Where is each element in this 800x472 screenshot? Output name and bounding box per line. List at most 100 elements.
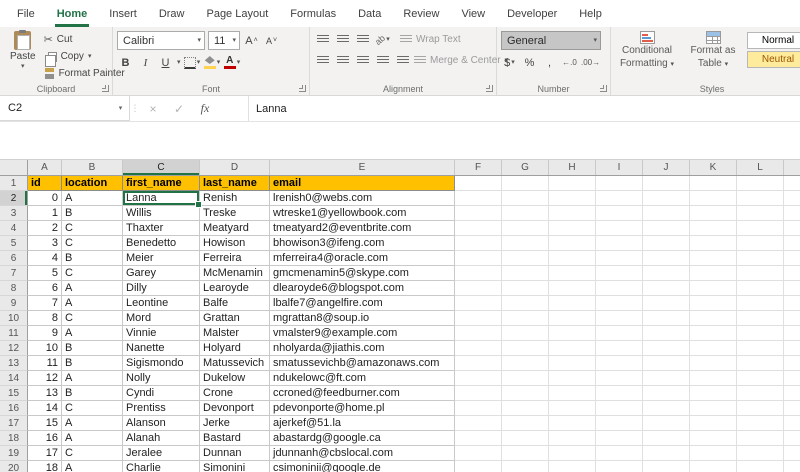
cell-H5[interactable]	[549, 236, 596, 251]
top-align-button[interactable]	[314, 31, 331, 48]
cell-A13[interactable]: 11	[28, 356, 62, 371]
cell-K10[interactable]	[690, 311, 737, 326]
cell-I13[interactable]	[596, 356, 643, 371]
cell-F5[interactable]	[455, 236, 502, 251]
cell-K5[interactable]	[690, 236, 737, 251]
cell-J11[interactable]	[643, 326, 690, 341]
ribbon-tab-help[interactable]: Help	[568, 0, 613, 27]
ribbon-tab-review[interactable]: Review	[392, 0, 450, 27]
increase-font-size-button[interactable]: A˄	[243, 32, 260, 49]
column-header-b[interactable]: B	[62, 160, 123, 175]
align-left-button[interactable]	[314, 52, 331, 69]
cell-E14[interactable]: ndukelowc@ft.com	[270, 371, 455, 386]
row-header-9[interactable]: 9	[0, 296, 28, 311]
paste-button[interactable]: Paste ▾	[4, 30, 42, 81]
cell-F12[interactable]	[455, 341, 502, 356]
row-header-17[interactable]: 17	[0, 416, 28, 431]
cell-F11[interactable]	[455, 326, 502, 341]
cell-G19[interactable]	[502, 446, 549, 461]
cell-M14[interactable]	[784, 371, 800, 386]
cell-I18[interactable]	[596, 431, 643, 446]
merge-center-button[interactable]: Merge & Center ▾	[414, 52, 508, 69]
cell-L1[interactable]	[737, 176, 784, 191]
cell-M18[interactable]	[784, 431, 800, 446]
cell-K11[interactable]	[690, 326, 737, 341]
cell-B17[interactable]: A	[62, 416, 123, 431]
cell-B15[interactable]: B	[62, 386, 123, 401]
cell-E9[interactable]: lbalfe7@angelfire.com	[270, 296, 455, 311]
cell-M19[interactable]	[784, 446, 800, 461]
cell-C6[interactable]: Meier	[123, 251, 200, 266]
cell-G1[interactable]	[502, 176, 549, 191]
accounting-format-button[interactable]: $▾	[501, 54, 518, 71]
cell-J12[interactable]	[643, 341, 690, 356]
cell-E18[interactable]: abastardg@google.ca	[270, 431, 455, 446]
cell-G17[interactable]	[502, 416, 549, 431]
decrease-font-size-button[interactable]: A˅	[263, 32, 280, 49]
align-right-button[interactable]	[354, 52, 371, 69]
cell-K7[interactable]	[690, 266, 737, 281]
row-header-3[interactable]: 3	[0, 206, 28, 221]
column-header-a[interactable]: A	[28, 160, 62, 175]
cell-E3[interactable]: wtreske1@yellowbook.com	[270, 206, 455, 221]
cell-H10[interactable]	[549, 311, 596, 326]
number-dialog-launcher-icon[interactable]	[600, 85, 607, 92]
cell-B10[interactable]: C	[62, 311, 123, 326]
cell-I10[interactable]	[596, 311, 643, 326]
cell-H11[interactable]	[549, 326, 596, 341]
cell-L3[interactable]	[737, 206, 784, 221]
cell-J8[interactable]	[643, 281, 690, 296]
center-button[interactable]	[334, 52, 351, 69]
cell-J5[interactable]	[643, 236, 690, 251]
cell-F2[interactable]	[455, 191, 502, 206]
format-as-table-button[interactable]: Format as Table ▾	[681, 30, 745, 81]
cell-L9[interactable]	[737, 296, 784, 311]
cell-D12[interactable]: Holyard	[200, 341, 270, 356]
underline-dropdown-icon[interactable]: ▾	[177, 59, 181, 66]
cell-D5[interactable]: Howison	[200, 236, 270, 251]
cell-B6[interactable]: B	[62, 251, 123, 266]
wrap-text-button[interactable]: Wrap Text	[400, 31, 461, 48]
clipboard-dialog-launcher-icon[interactable]	[102, 85, 109, 92]
cell-I1[interactable]	[596, 176, 643, 191]
cell-I16[interactable]	[596, 401, 643, 416]
cell-J3[interactable]	[643, 206, 690, 221]
cancel-icon[interactable]: ×	[140, 102, 166, 116]
cell-M20[interactable]	[784, 461, 800, 472]
cell-C14[interactable]: Nolly	[123, 371, 200, 386]
row-header-16[interactable]: 16	[0, 401, 28, 416]
cell-H3[interactable]	[549, 206, 596, 221]
cell-E10[interactable]: mgrattan8@soup.io	[270, 311, 455, 326]
cell-I11[interactable]	[596, 326, 643, 341]
cell-A14[interactable]: 12	[28, 371, 62, 386]
insert-function-icon[interactable]: fx	[192, 101, 218, 116]
cell-G15[interactable]	[502, 386, 549, 401]
cell-C9[interactable]: Leontine	[123, 296, 200, 311]
cell-K14[interactable]	[690, 371, 737, 386]
cell-L10[interactable]	[737, 311, 784, 326]
cell-L17[interactable]	[737, 416, 784, 431]
comma-style-button[interactable]: ,	[541, 54, 558, 71]
cell-G11[interactable]	[502, 326, 549, 341]
cell-K6[interactable]	[690, 251, 737, 266]
name-box-dropdown-icon[interactable]: ▾	[112, 96, 129, 120]
cell-A16[interactable]: 14	[28, 401, 62, 416]
cell-I6[interactable]	[596, 251, 643, 266]
cell-M5[interactable]	[784, 236, 800, 251]
ribbon-tab-draw[interactable]: Draw	[148, 0, 196, 27]
cell-L15[interactable]	[737, 386, 784, 401]
cell-L20[interactable]	[737, 461, 784, 472]
alignment-dialog-launcher-icon[interactable]	[486, 85, 493, 92]
cell-D20[interactable]: Simonini	[200, 461, 270, 472]
increase-indent-button[interactable]	[394, 52, 411, 69]
cell-M16[interactable]	[784, 401, 800, 416]
cell-J13[interactable]	[643, 356, 690, 371]
cell-F1[interactable]	[455, 176, 502, 191]
cell-E17[interactable]: ajerkef@51.la	[270, 416, 455, 431]
cell-G20[interactable]	[502, 461, 549, 472]
cell-B4[interactable]: C	[62, 221, 123, 236]
cell-H12[interactable]	[549, 341, 596, 356]
cell-M1[interactable]	[784, 176, 800, 191]
column-header-h[interactable]: H	[549, 160, 596, 175]
cell-A7[interactable]: 5	[28, 266, 62, 281]
